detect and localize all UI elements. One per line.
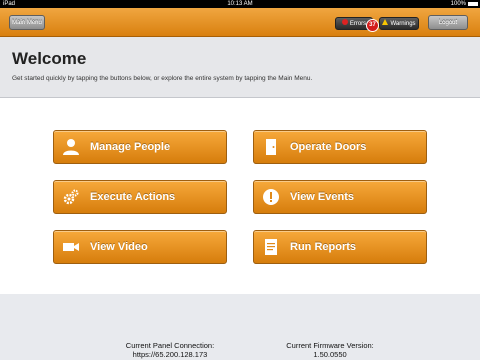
warnings-label: Warnings <box>390 21 416 27</box>
person-icon <box>63 139 79 155</box>
alert-icon <box>263 189 279 205</box>
connection-label: Current Panel Connection: <box>125 341 215 350</box>
top-nav-bar: Main Menu Errors 37 Warnings Logout <box>0 8 480 37</box>
logout-button[interactable]: Logout <box>428 15 468 30</box>
errors-count-badge: 37 <box>366 19 379 32</box>
firmware-value: 1.50.0550 <box>313 350 347 359</box>
manage-people-label: Manage People <box>90 141 171 153</box>
run-reports-button[interactable]: Run Reports <box>253 230 427 264</box>
manage-people-button[interactable]: Manage People <box>53 130 227 164</box>
operate-doors-label: Operate Doors <box>290 141 367 153</box>
video-camera-icon <box>63 243 79 251</box>
main-menu-button[interactable]: Main Menu <box>9 15 45 30</box>
errors-label: Errors <box>349 21 367 27</box>
warnings-button[interactable]: Warnings <box>379 17 419 30</box>
footer: Current Panel Connection: https://65.200… <box>0 294 480 360</box>
error-icon <box>341 19 348 26</box>
report-icon <box>265 239 277 255</box>
run-reports-label: Run Reports <box>290 241 356 253</box>
clock: 10:13 AM <box>227 1 253 7</box>
view-events-label: View Events <box>290 191 354 203</box>
firmware-label: Current Firmware Version: <box>286 341 374 350</box>
gears-icon <box>63 189 79 205</box>
door-icon <box>266 139 276 155</box>
warning-icon <box>382 19 389 26</box>
page-title: Welcome <box>12 49 87 68</box>
operate-doors-button[interactable]: Operate Doors <box>253 130 427 164</box>
view-events-button[interactable]: View Events <box>253 180 427 214</box>
battery-percent: 100% <box>450 1 466 7</box>
welcome-subtitle: Get started quickly by tapping the butto… <box>12 75 313 82</box>
firmware-version: Current Firmware Version: 1.50.0550 <box>250 341 410 359</box>
execute-actions-label: Execute Actions <box>90 191 176 203</box>
status-bar: iPad 10:13 AM 100% <box>0 0 480 8</box>
battery-icon <box>468 2 478 6</box>
connection-value: https://65.200.128.173 <box>132 350 208 359</box>
panel-connection: Current Panel Connection: https://65.200… <box>90 341 250 359</box>
view-video-button[interactable]: View Video <box>53 230 227 264</box>
welcome-section: Welcome Get started quickly by tapping t… <box>0 37 480 98</box>
view-video-label: View Video <box>90 241 148 253</box>
execute-actions-button[interactable]: Execute Actions <box>53 180 227 214</box>
